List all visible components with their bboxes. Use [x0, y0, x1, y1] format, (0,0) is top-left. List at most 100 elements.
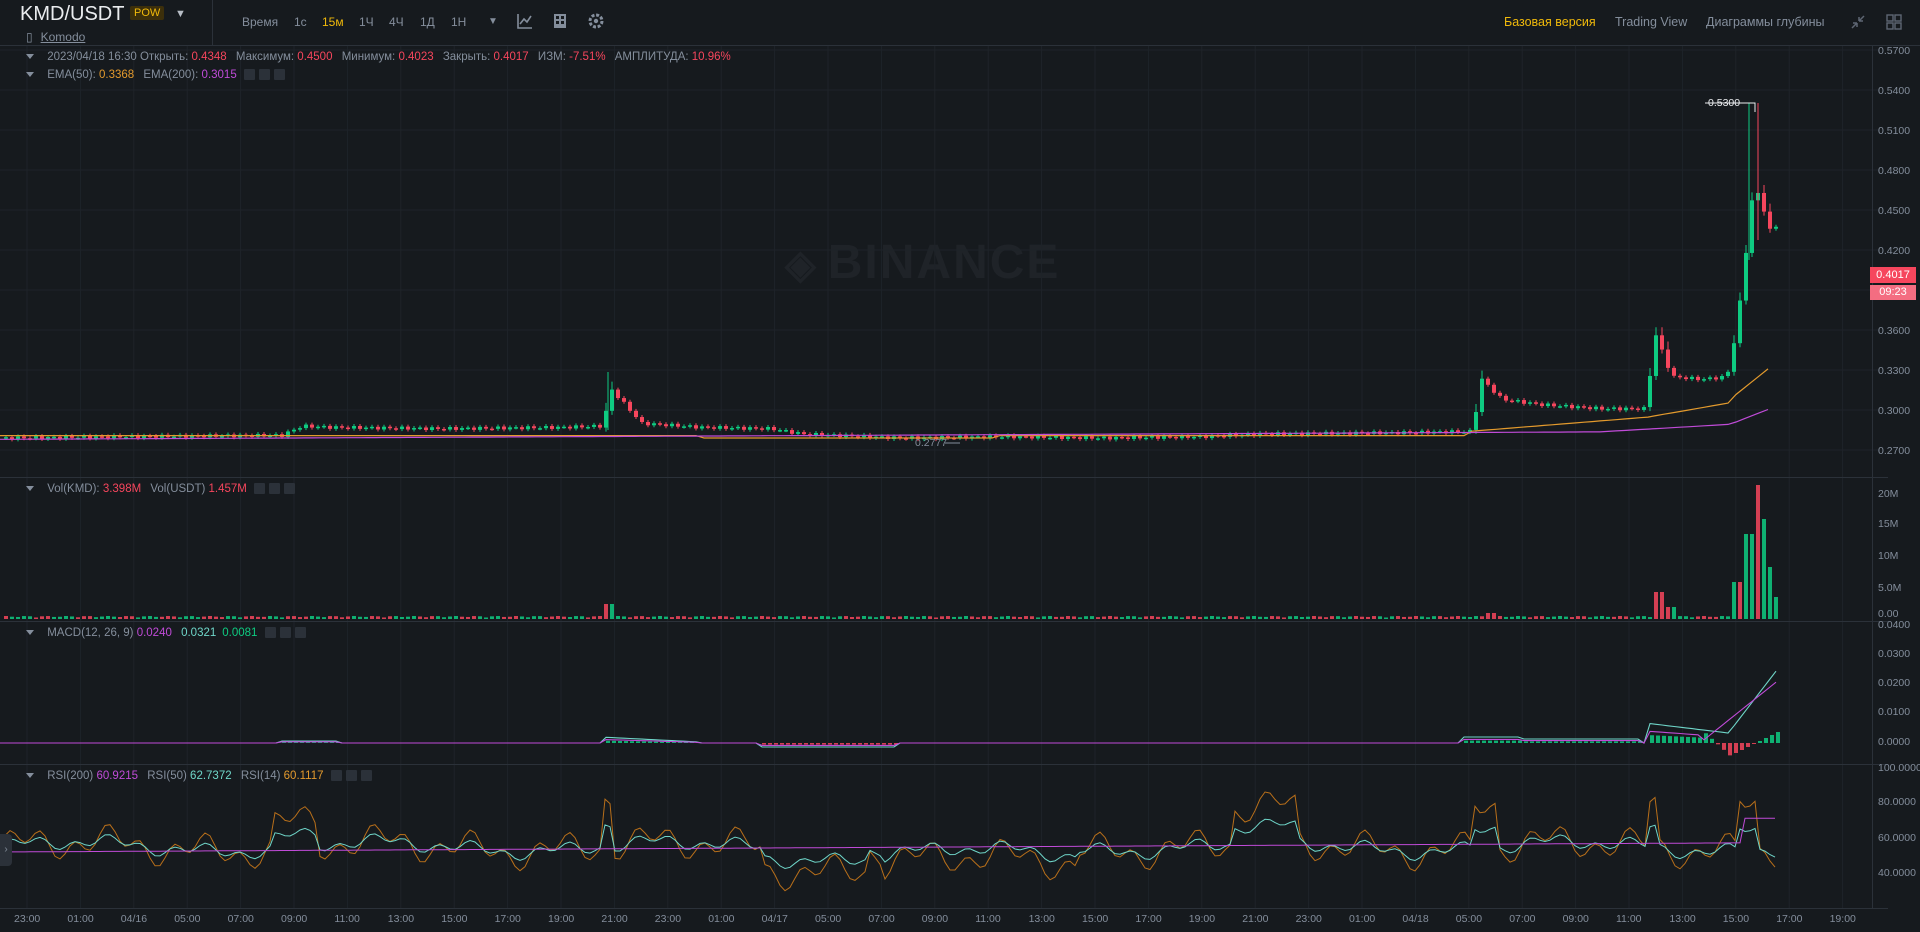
- chart-canvas[interactable]: [0, 0, 1920, 932]
- price-axis-label: 0.4500: [1878, 205, 1911, 217]
- volume-bar: [1378, 616, 1382, 619]
- macd-axis-label: 0.0100: [1878, 706, 1911, 718]
- volume-bar: [1702, 616, 1706, 619]
- volume-bar: [316, 616, 320, 619]
- visibility-icon[interactable]: [254, 483, 266, 495]
- volume-bar: [394, 616, 398, 619]
- close-icon[interactable]: [294, 627, 306, 639]
- candle-body: [418, 427, 422, 429]
- candle-body: [670, 423, 674, 427]
- collapse-triangle-icon[interactable]: [26, 773, 34, 778]
- time-axis-label: 15:00: [1722, 913, 1750, 925]
- macd-histogram-bar: [606, 740, 610, 743]
- volume-bar: [148, 616, 152, 619]
- time-axis-label: 19:00: [1829, 913, 1856, 925]
- time-axis-label: 01:00: [708, 913, 735, 925]
- macd-histogram-bar: [618, 740, 622, 743]
- volume-bar: [1618, 616, 1622, 619]
- volume-bar: [292, 616, 296, 619]
- volume-bar: [1540, 616, 1544, 619]
- candle-body: [718, 426, 722, 429]
- volume-bar: [1606, 616, 1610, 619]
- pane-divider[interactable]: [0, 621, 1888, 622]
- visibility-icon[interactable]: [264, 627, 276, 639]
- volume-bar: [58, 616, 62, 619]
- volume-bar: [88, 616, 92, 619]
- volume-bar: [634, 616, 638, 619]
- settings-icon[interactable]: [345, 770, 357, 782]
- time-axis-label: 05:00: [815, 913, 842, 925]
- close-icon[interactable]: [284, 483, 296, 495]
- volume-bar: [730, 617, 734, 619]
- candle-body: [1078, 437, 1082, 440]
- candle-body: [1720, 376, 1724, 380]
- volume-bar: [826, 616, 830, 619]
- macd-histogram-bar: [1746, 743, 1750, 747]
- macd-histogram-bar: [1716, 743, 1720, 745]
- volume-bar: [10, 616, 14, 619]
- macd-histogram-bar: [1698, 737, 1702, 743]
- visibility-icon[interactable]: [330, 770, 342, 782]
- candle-body: [1456, 430, 1460, 433]
- pane-divider[interactable]: [0, 477, 1888, 478]
- candle-body: [604, 410, 608, 428]
- volume-bar: [556, 616, 560, 619]
- time-axis-label: 05:00: [174, 913, 201, 925]
- candle-body: [316, 426, 320, 429]
- settings-icon[interactable]: [279, 627, 291, 639]
- macd-histogram-bar: [1554, 741, 1558, 743]
- volume-bar: [628, 617, 632, 619]
- volume-bar: [22, 616, 26, 619]
- candle-body: [1564, 404, 1568, 407]
- candle-body: [100, 436, 104, 438]
- candle-body: [496, 426, 500, 429]
- volume-bar: [532, 616, 536, 619]
- volume-bar: [1150, 616, 1154, 619]
- volume-bar: [1498, 616, 1502, 619]
- candle-body: [1570, 404, 1574, 409]
- volume-bar: [106, 616, 110, 619]
- macd-histogram-bar: [1560, 741, 1564, 743]
- candle-body: [1096, 438, 1100, 440]
- visibility-icon[interactable]: [243, 69, 255, 81]
- candle-body: [1168, 436, 1172, 438]
- collapse-triangle-icon[interactable]: [26, 54, 34, 59]
- time-axis-label: 13:00: [387, 913, 415, 925]
- volume-bar: [334, 616, 338, 619]
- candle-body: [1666, 349, 1670, 368]
- volume-bar: [1630, 617, 1634, 619]
- close-icon[interactable]: [273, 69, 285, 81]
- candle-body: [346, 427, 350, 430]
- settings-icon[interactable]: [269, 483, 281, 495]
- volume-bar: [598, 616, 602, 619]
- settings-icon[interactable]: [258, 69, 270, 81]
- candle-body: [742, 426, 746, 430]
- volume-bar: [1126, 616, 1130, 619]
- volume-bar: [1120, 617, 1124, 619]
- candle-body: [358, 426, 362, 429]
- volume-bar: [1108, 616, 1112, 619]
- collapse-triangle-icon[interactable]: [26, 486, 34, 491]
- time-axis-label: 17:00: [1776, 913, 1803, 925]
- volume-bar: [1750, 534, 1754, 619]
- candle-body: [1174, 436, 1178, 439]
- candle-body: [694, 425, 698, 429]
- time-axis-label: 23:00: [1295, 913, 1322, 925]
- time-axis-label: 13:00: [1028, 913, 1055, 925]
- collapse-triangle-icon[interactable]: [26, 630, 34, 635]
- chevron-right-icon[interactable]: ›: [0, 834, 12, 866]
- volume-bar: [1642, 616, 1646, 619]
- collapse-triangle-icon[interactable]: [26, 72, 34, 77]
- price-axis-label: 0.2700: [1878, 445, 1911, 457]
- close-icon[interactable]: [360, 770, 372, 782]
- pane-divider[interactable]: [0, 764, 1888, 765]
- macd-axis-label: 0.0300: [1878, 648, 1911, 660]
- volume-bar: [910, 616, 914, 619]
- candle-body: [760, 428, 764, 430]
- candle-body: [310, 424, 314, 428]
- candle-body: [478, 426, 482, 430]
- macd-histogram-bar: [846, 743, 850, 745]
- candle-body: [802, 432, 806, 435]
- time-axis-label: 11:00: [1616, 913, 1642, 925]
- macd-histogram-bar: [1602, 741, 1606, 743]
